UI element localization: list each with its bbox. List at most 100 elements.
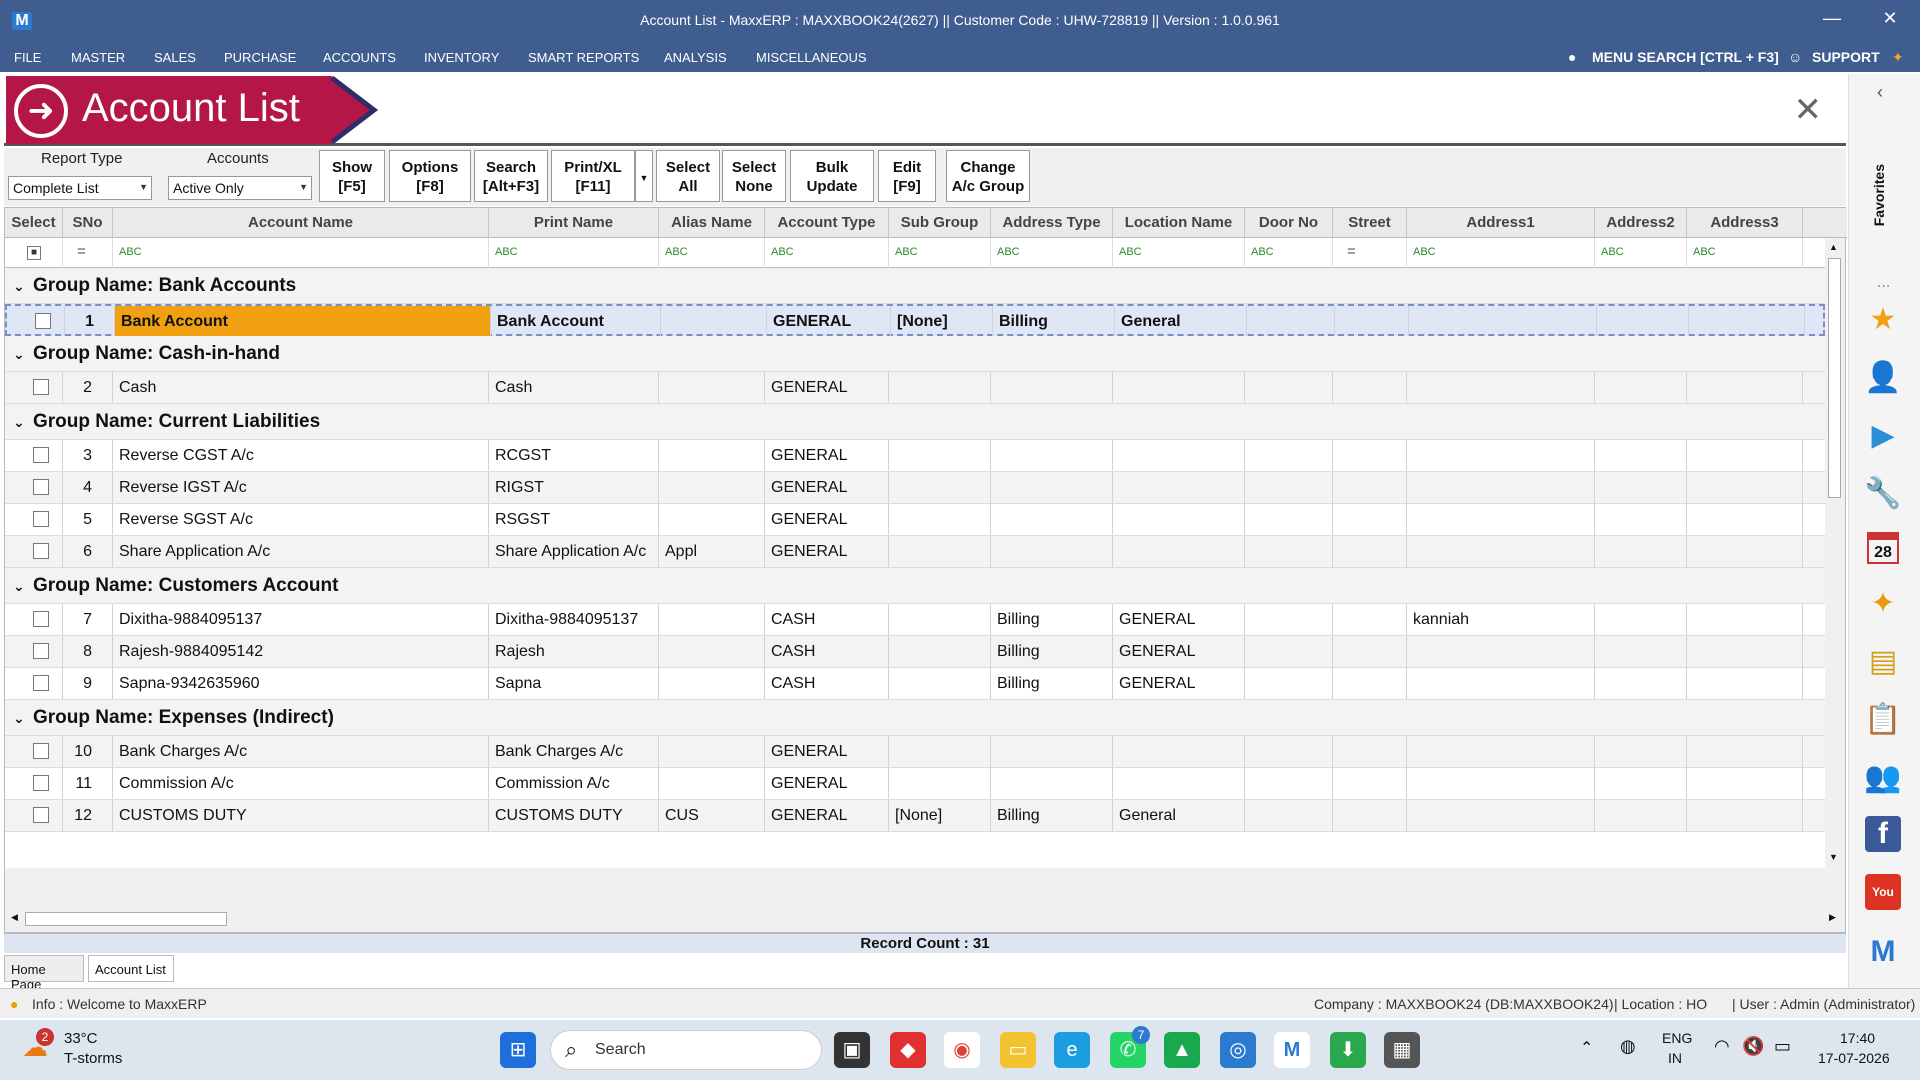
cell-select[interactable] [5, 636, 63, 667]
cell-alias-name[interactable] [659, 504, 765, 535]
row-checkbox[interactable] [33, 807, 49, 823]
scroll-down-icon[interactable]: ▼ [1829, 852, 1838, 862]
app-green-icon[interactable]: ▲ [1164, 1032, 1200, 1068]
cell-alias-name[interactable] [661, 306, 767, 337]
cell-print-name[interactable]: Rajesh [489, 636, 659, 667]
filter-sno[interactable]: = [63, 238, 113, 268]
cell-address1[interactable] [1407, 504, 1595, 535]
horizontal-scrollbar[interactable]: ◀ ▶ [7, 910, 1843, 928]
cell-select[interactable] [5, 604, 63, 635]
maxx-logo-icon[interactable]: M [1863, 932, 1903, 972]
cell-alias-name[interactable] [659, 768, 765, 799]
cell-select[interactable] [5, 800, 63, 831]
cell-street[interactable] [1333, 440, 1407, 471]
cell-sno[interactable]: 3 [63, 440, 113, 471]
table-row[interactable]: 11 Commission A/c Commission A/c GENERAL [5, 768, 1825, 800]
cell-print-name[interactable]: Bank Account [491, 306, 661, 337]
column-header-sub-group[interactable]: Sub Group [889, 208, 991, 238]
cell-address2[interactable] [1595, 768, 1687, 799]
cell-door-no[interactable] [1247, 306, 1335, 337]
row-checkbox[interactable] [35, 313, 51, 329]
chevron-down-icon[interactable]: ⌄ [13, 268, 33, 304]
cell-sub-group[interactable] [889, 668, 991, 699]
cell-account-name[interactable]: Commission A/c [113, 768, 489, 799]
cell-address2[interactable] [1595, 440, 1687, 471]
cell-print-name[interactable]: Dixitha-9884095137 [489, 604, 659, 635]
print-xl-button[interactable]: Print/XL [F11] [551, 150, 635, 202]
cell-street[interactable] [1333, 668, 1407, 699]
cell-sub-group[interactable] [889, 504, 991, 535]
cell-account-name[interactable]: Reverse SGST A/c [113, 504, 489, 535]
cell-account-name[interactable]: Sapna-9342635960 [113, 668, 489, 699]
cell-account-name[interactable]: Share Application A/c [113, 536, 489, 567]
cell-address2[interactable] [1595, 536, 1687, 567]
row-checkbox[interactable] [33, 675, 49, 691]
cell-account-name[interactable]: Reverse CGST A/c [113, 440, 489, 471]
cell-sub-group[interactable] [889, 372, 991, 403]
chevron-down-icon[interactable]: ⌄ [13, 404, 33, 440]
cell-select[interactable] [5, 736, 63, 767]
clipboard-icon[interactable]: 📋 [1863, 700, 1903, 740]
cell-address1[interactable] [1407, 800, 1595, 831]
group-header[interactable]: ⌄ Group Name: Customers Account [5, 568, 1825, 604]
cell-account-name[interactable]: Bank Charges A/c [113, 736, 489, 767]
cell-sno[interactable]: 1 [65, 306, 115, 337]
calendar-icon[interactable]: 28 [1867, 532, 1899, 564]
cell-address3[interactable] [1687, 372, 1803, 403]
table-row[interactable]: 9 Sapna-9342635960 Sapna CASH Billing GENERAL [5, 668, 1825, 700]
column-header-address2[interactable]: Address2 [1595, 208, 1687, 238]
cell-location-name[interactable]: GENERAL [1113, 636, 1245, 667]
cell-sub-group[interactable] [889, 768, 991, 799]
star-icon[interactable]: ★ [1863, 300, 1903, 340]
table-row[interactable]: 12 CUSTOMS DUTY CUSTOMS DUTY CUS GENERAL [Non… [5, 800, 1825, 832]
cell-alias-name[interactable] [659, 604, 765, 635]
cell-print-name[interactable]: RSGST [489, 504, 659, 535]
cell-address1[interactable] [1407, 768, 1595, 799]
cell-select[interactable] [5, 504, 63, 535]
cell-sub-group[interactable] [889, 604, 991, 635]
filter-print-name[interactable]: ABC [489, 238, 659, 268]
app-arrow-icon[interactable]: ⬇ [1330, 1032, 1366, 1068]
cell-account-name[interactable]: CUSTOMS DUTY [113, 800, 489, 831]
table-row[interactable]: 5 Reverse SGST A/c RSGST GENERAL [5, 504, 1825, 536]
change-ac-group-button[interactable]: Change A/c Group [946, 150, 1030, 202]
close-window-button[interactable]: ✕ [1870, 8, 1910, 29]
show-button[interactable]: Show [F5] [319, 150, 385, 202]
notes-icon[interactable]: ▤ [1863, 642, 1903, 682]
cell-location-name[interactable]: GENERAL [1113, 604, 1245, 635]
search-button[interactable]: Search [Alt+F3] [474, 150, 548, 202]
menu-inventory[interactable]: INVENTORY [424, 50, 499, 65]
cell-address2[interactable] [1595, 736, 1687, 767]
row-checkbox[interactable] [33, 447, 49, 463]
language-region[interactable]: IN [1668, 1050, 1682, 1066]
cell-address3[interactable] [1689, 306, 1805, 337]
cell-sno[interactable]: 9 [63, 668, 113, 699]
cell-print-name[interactable]: Bank Charges A/c [489, 736, 659, 767]
cell-street[interactable] [1333, 604, 1407, 635]
menu-analysis[interactable]: ANALYSIS [664, 50, 727, 65]
group-header[interactable]: ⌄ Group Name: Cash-in-hand [5, 336, 1825, 372]
play-icon[interactable]: ▶ [1863, 416, 1903, 456]
cell-sno[interactable]: 10 [63, 736, 113, 767]
cell-location-name[interactable] [1113, 768, 1245, 799]
cell-address2[interactable] [1595, 472, 1687, 503]
cell-location-name[interactable] [1113, 440, 1245, 471]
options-button[interactable]: Options [F8] [389, 150, 471, 202]
scroll-left-icon[interactable]: ◀ [11, 912, 18, 923]
cell-address3[interactable] [1687, 536, 1803, 567]
cell-location-name[interactable]: General [1113, 800, 1245, 831]
support-button[interactable]: SUPPORT [1812, 49, 1880, 65]
cell-print-name[interactable]: Sapna [489, 668, 659, 699]
cell-account-name[interactable]: Rajesh-9884095142 [113, 636, 489, 667]
cell-location-name[interactable]: General [1115, 306, 1247, 337]
cell-select[interactable] [7, 306, 65, 337]
cell-street[interactable] [1335, 306, 1409, 337]
filter-address-type[interactable]: ABC [991, 238, 1113, 268]
cell-street[interactable] [1333, 800, 1407, 831]
cell-sub-group[interactable]: [None] [891, 306, 993, 337]
tray-network-icon[interactable]: ◍ [1620, 1036, 1636, 1057]
cell-address-type[interactable] [991, 736, 1113, 767]
chevron-down-icon[interactable]: ⌄ [13, 336, 33, 372]
cell-account-type[interactable]: CASH [765, 668, 889, 699]
cell-location-name[interactable] [1113, 736, 1245, 767]
